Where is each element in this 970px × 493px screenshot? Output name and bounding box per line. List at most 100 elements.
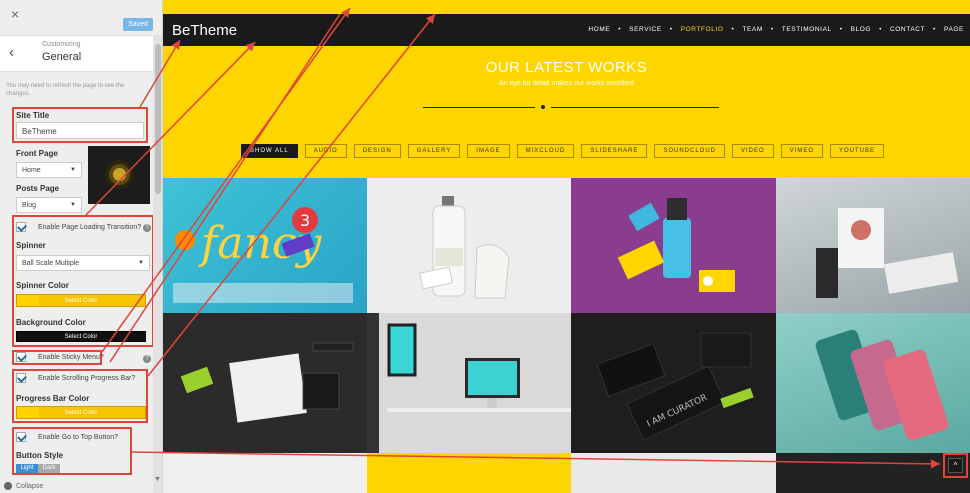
nav-separator: • [879,26,882,33]
section-header: ‹ Customizing General [0,36,153,72]
section-subtitle: An eye for detail makes our works excell… [498,80,634,87]
saved-button[interactable]: Saved [123,18,153,31]
spinner-color-picker[interactable]: Select Color [16,294,146,307]
svg-text:3: 3 [300,211,310,230]
filter-mixcloud[interactable]: MIXCLOUD [516,144,575,158]
refresh-notice: You may need to refresh the page to see … [6,83,125,97]
filter-gallery[interactable]: GALLERY [407,144,461,158]
posts-page-label: Posts Page [16,184,60,193]
go-to-top-button[interactable]: ^ [948,458,963,473]
divider-dot [541,105,545,109]
filter-show-all[interactable]: SHOW ALL [241,144,298,158]
sidebar-scrollbar[interactable]: ▼ [153,36,162,493]
nav-separator: • [669,26,673,33]
nav-item-home[interactable]: HOME [588,26,610,33]
site-preview: BeTheme HOME • SERVICE • PORTFOLIO • TEA… [163,0,970,493]
filter-design[interactable]: DESIGN [353,144,401,158]
help-icon[interactable]: ? [143,355,151,363]
portfolio-item[interactable] [367,313,571,453]
filter-slideshare[interactable]: SLIDESHARE [581,144,648,158]
nav-item-portfolio[interactable]: PORTFOLIO [681,26,724,33]
nav-item-service[interactable]: SERVICE [629,26,662,33]
portfolio-item[interactable] [776,313,970,453]
filter-image[interactable]: IMAGE [467,144,510,158]
posts-page-value: Blog [22,202,37,209]
site-title-input[interactable]: BeTheme [16,122,144,139]
color-swatch [17,407,39,418]
filter-soundcloud[interactable]: SOUNDCLOUD [654,144,725,158]
color-swatch [17,295,39,306]
collapse-label: Collapse [16,482,44,490]
portfolio-item[interactable] [571,178,776,313]
scrollbar-thumb[interactable] [155,44,161,194]
nav-item-blog[interactable]: BLOG [851,26,871,33]
section-title: OUR LATEST WORKS [485,59,648,76]
portfolio-item[interactable]: I AM CURATOR [571,313,776,453]
background-color-label: Background Color [16,318,86,327]
portfolio-item[interactable] [776,453,970,493]
spinner-preview-dot [113,168,126,181]
main-nav: HOME • SERVICE • PORTFOLIO • TEAM • TEST… [588,26,964,33]
spinner-color-label: Spinner Color [16,281,69,290]
nav-separator: • [731,26,735,33]
chevron-down-icon: ▼ [70,202,76,208]
button-style-label: Button Style [16,451,64,460]
filter-audio[interactable]: AUDIO [304,144,347,158]
portfolio-item[interactable]: fancy 3 [163,178,367,313]
section-title: General [42,51,82,63]
button-style-dark[interactable]: Dark [38,464,60,473]
select-color-label: Select Color [64,298,98,304]
go-to-top-checkbox[interactable] [16,432,26,442]
select-color-label: Select Color [64,334,98,340]
divider-left [423,107,535,108]
filter-vimeo[interactable]: VIMEO [780,144,824,158]
front-page-select[interactable]: Home ▼ [16,162,82,178]
back-chevron-icon[interactable]: ‹ [9,44,14,61]
workspace-image [367,313,571,453]
filter-youtube[interactable]: YOUTUBE [830,144,885,158]
bottle-mockup-image [419,196,510,299]
dark-desk-image [180,342,354,423]
filter-video[interactable]: VIDEO [732,144,774,158]
help-icon[interactable]: ? [143,224,151,232]
portfolio-item[interactable] [571,453,776,493]
portfolio-item[interactable] [163,453,367,493]
nav-item-page[interactable]: PAGE [944,26,964,33]
portfolio-item[interactable] [367,178,571,313]
chevron-down-icon: ▼ [70,167,76,173]
background-color-picker[interactable]: Select Color [16,331,146,342]
button-style-light[interactable]: Light [16,464,38,473]
spinner-value: Ball Scale Multiple [22,260,80,267]
chevron-down-icon: ▼ [138,260,144,266]
nav-item-contact[interactable]: CONTACT [890,26,925,33]
progress-bar-color-picker[interactable]: Select Color [16,406,146,419]
business-card-image: I AM CURATOR [596,332,754,441]
nav-item-team[interactable]: TEAM [742,26,762,33]
loading-transition-checkbox[interactable] [16,222,26,232]
portfolio-item[interactable] [367,453,571,493]
go-to-top-label: Enable Go to Top Button? [38,434,119,441]
posts-page-select[interactable]: Blog ▼ [16,197,82,213]
customizer-sidebar: × Saved ‹ Customizing General You may ne… [0,0,163,493]
fancy-artwork-image: fancy 3 [173,207,353,303]
spinner-select[interactable]: Ball Scale Multiple ▼ [16,255,150,271]
collapse-button[interactable]: Collapse [4,482,43,490]
site-brand[interactable]: BeTheme [172,22,237,39]
portfolio-item[interactable] [776,178,970,313]
site-title-label: Site Title [16,111,50,120]
scroll-progress-label: Enable Scrolling Progress Bar? [38,375,136,382]
nav-item-testimonial[interactable]: TESTIMONIAL [782,26,832,33]
portfolio-filters: SHOW ALL AUDIO DESIGN GALLERY IMAGE MIXC… [241,144,885,158]
nav-separator: • [839,26,843,33]
portfolio-grid: fancy 3 I AM CURATOR [163,178,970,493]
close-icon[interactable]: × [11,6,19,22]
sticky-menu-label: Enable Sticky Menu? [38,354,104,361]
front-page-label: Front Page [16,149,58,158]
mobile-app-mockup-image [815,329,949,441]
scroll-down-icon[interactable]: ▼ [154,476,161,483]
select-color-label: Select Color [64,410,98,416]
customizing-label: Customizing [42,41,81,48]
scroll-progress-checkbox[interactable] [16,373,26,383]
portfolio-item[interactable] [163,313,367,453]
sticky-menu-checkbox[interactable] [16,352,26,362]
